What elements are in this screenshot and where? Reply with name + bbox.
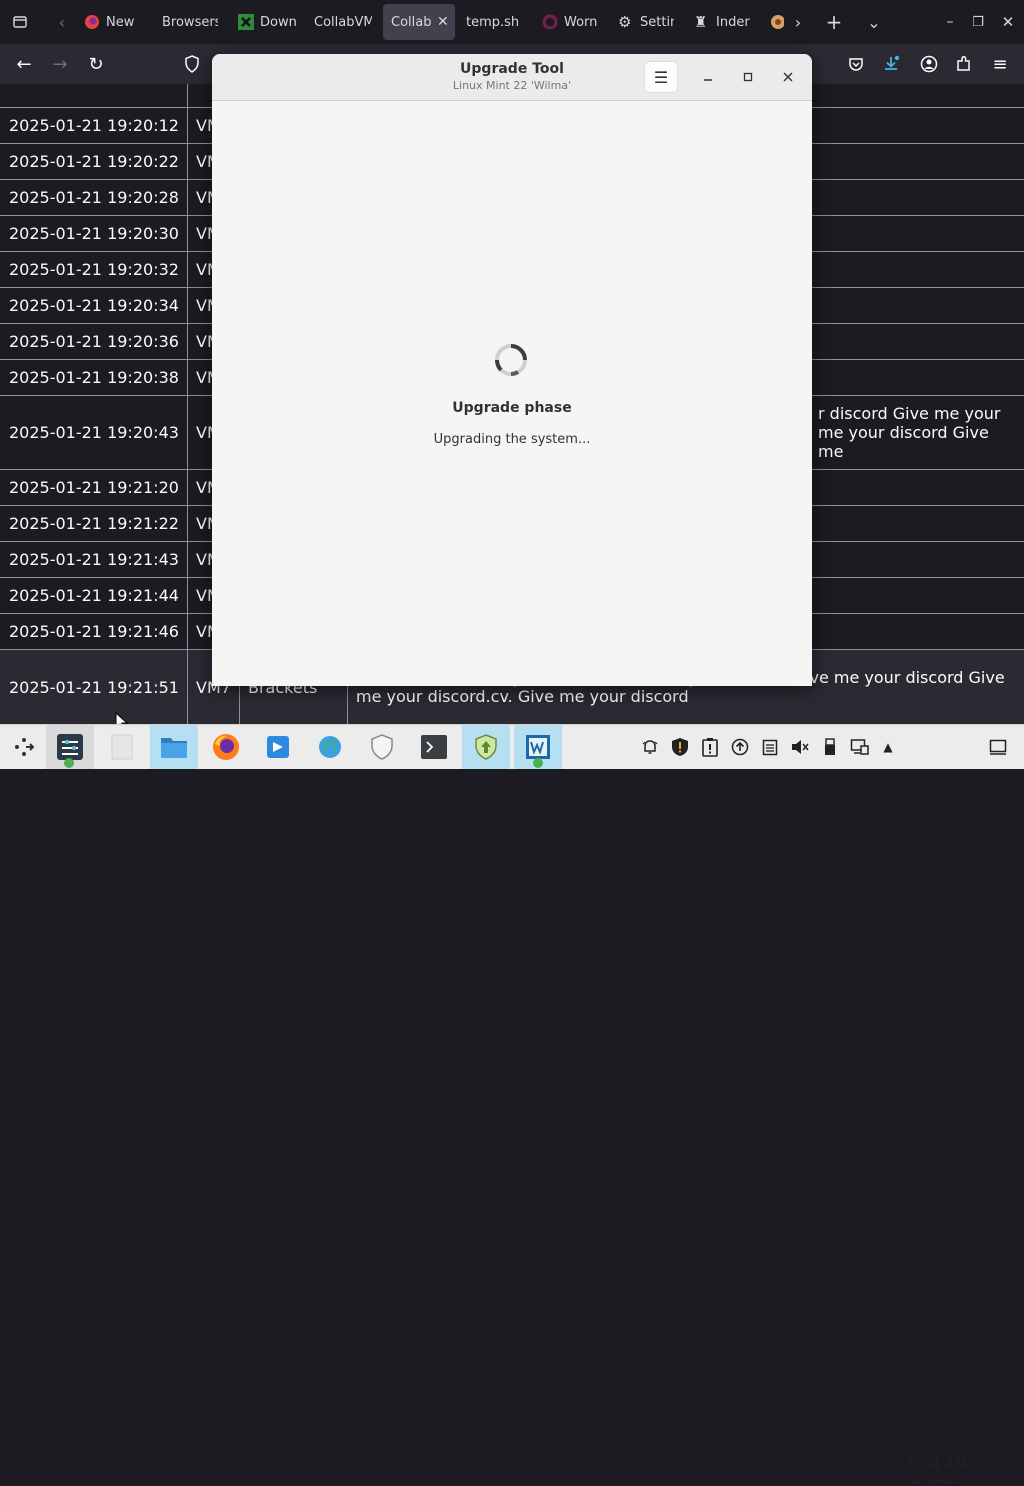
- security-shield-icon[interactable]: [670, 737, 690, 757]
- browser-tab[interactable]: [770, 4, 784, 40]
- browser-tab[interactable]: ⚙ Settin: [618, 4, 674, 40]
- browser-tab[interactable]: temp.sh: [466, 4, 522, 40]
- gear-icon: ⚙: [618, 13, 632, 31]
- timestamp-cell: 2025-01-21 19:21:51: [0, 650, 188, 724]
- timestamp-cell: 2025-01-21 19:20:22: [0, 144, 188, 179]
- browser-tab[interactable]: Down: [238, 4, 298, 40]
- reload-icon[interactable]: ↻: [82, 50, 110, 78]
- running-indicator: [533, 758, 543, 768]
- terminal-icon[interactable]: [410, 725, 458, 769]
- show-hidden-icons-icon[interactable]: ▲: [878, 737, 898, 757]
- tracking-protection-icon[interactable]: [178, 50, 206, 78]
- timestamp-cell: 2025-01-21 19:21:20: [0, 470, 188, 505]
- browser-tab[interactable]: New: [84, 4, 146, 40]
- new-tab-icon[interactable]: +: [820, 8, 848, 36]
- close-browser-icon[interactable]: ✕: [994, 8, 1022, 36]
- timestamp-cell: 2025-01-21 19:20:38: [0, 360, 188, 395]
- browser-tab[interactable]: ♜ Inder: [694, 4, 750, 40]
- network-icon[interactable]: [850, 737, 870, 757]
- window-header[interactable]: Upgrade Tool Linux Mint 22 'Wilma' ☰: [212, 54, 812, 101]
- tab-label: temp.sh: [466, 14, 520, 30]
- browser-tab-bar: ‹ New Browsers Down CollabVM Collab ✕ te…: [0, 0, 1024, 44]
- clipboard-icon[interactable]: [760, 737, 780, 757]
- downloads-icon[interactable]: [877, 50, 905, 78]
- timestamp-cell: 2025-01-21 19:20:28: [0, 180, 188, 215]
- browser-tab-active[interactable]: Collab ✕: [383, 4, 455, 40]
- blank-file-icon[interactable]: [98, 725, 146, 769]
- timestamp-cell: 2025-01-21 19:21:44: [0, 578, 188, 613]
- clock-time[interactable]: 6:04 AM: [900, 1455, 974, 1473]
- timestamp-cell: 2025-01-21 19:20:36: [0, 324, 188, 359]
- control-panel-icon[interactable]: [46, 725, 94, 769]
- vm-icon[interactable]: [514, 725, 562, 769]
- tab-label: Down: [260, 14, 297, 30]
- shield-icon[interactable]: [358, 725, 406, 769]
- window-title: Upgrade Tool: [460, 61, 564, 77]
- upload-icon[interactable]: [730, 737, 750, 757]
- close-icon[interactable]: [776, 65, 800, 89]
- phase-title: Upgrade phase: [452, 400, 572, 416]
- browser-tab[interactable]: Worn: [542, 4, 598, 40]
- volume-muted-icon[interactable]: [790, 737, 810, 757]
- minimize-browser-icon[interactable]: –: [936, 8, 964, 36]
- tab-label: New: [106, 14, 135, 30]
- back-icon[interactable]: ←: [10, 50, 38, 78]
- download-site-icon: [238, 14, 254, 30]
- worm-icon: [542, 14, 558, 30]
- restore-browser-icon[interactable]: ❐: [964, 8, 992, 36]
- usb-device-icon[interactable]: [820, 737, 840, 757]
- tab-overview-icon[interactable]: [6, 8, 34, 36]
- tab-label: Inder: [716, 14, 750, 30]
- firefox-icon[interactable]: [202, 725, 250, 769]
- window-subtitle: Linux Mint 22 'Wilma': [452, 79, 572, 92]
- timestamp-cell: [0, 84, 188, 107]
- timestamp-cell: 2025-01-21 19:20:32: [0, 252, 188, 287]
- tab-label: Browsers: [162, 14, 218, 30]
- account-icon[interactable]: [915, 50, 943, 78]
- update-manager-icon[interactable]: [462, 725, 510, 769]
- tab-label: Worn: [564, 14, 598, 30]
- start-menu-icon[interactable]: [0, 725, 48, 769]
- tab-label: Collab: [391, 14, 432, 30]
- scroll-tabs-right-icon[interactable]: ›: [784, 8, 812, 36]
- list-all-tabs-icon[interactable]: ⌄: [860, 8, 888, 36]
- close-tab-icon[interactable]: ✕: [437, 14, 449, 30]
- browser-tab[interactable]: Browsers: [162, 4, 218, 40]
- clock-date[interactable]: 2/14/25: [900, 1472, 974, 1486]
- browser-tab[interactable]: CollabVM: [314, 4, 372, 40]
- timestamp-cell: 2025-01-21 19:20:43: [0, 396, 188, 469]
- pocket-icon[interactable]: [842, 50, 870, 78]
- site-icon: [770, 14, 784, 30]
- extensions-icon[interactable]: [950, 50, 978, 78]
- tab-label: Settin: [640, 14, 674, 30]
- timestamp-cell: 2025-01-21 19:20:30: [0, 216, 188, 251]
- minimize-icon[interactable]: [696, 65, 720, 89]
- update-alert-icon[interactable]: [700, 737, 720, 757]
- hamburger-menu-button[interactable]: ☰: [644, 61, 678, 93]
- chess-icon: ♜: [694, 13, 708, 31]
- firefox-icon: [84, 14, 100, 30]
- running-indicator: [64, 758, 74, 768]
- forward-icon[interactable]: →: [46, 50, 74, 78]
- scroll-tabs-left-icon[interactable]: ‹: [48, 8, 76, 36]
- notifications-icon[interactable]: [640, 737, 660, 757]
- timestamp-cell: 2025-01-21 19:21:43: [0, 542, 188, 577]
- app-icon[interactable]: [254, 725, 302, 769]
- timestamp-cell: 2025-01-21 19:21:22: [0, 506, 188, 541]
- phase-status-text: Upgrading the system...: [433, 432, 591, 447]
- globe-icon[interactable]: [306, 725, 354, 769]
- loading-spinner-icon: [495, 344, 527, 376]
- file-manager-icon[interactable]: [150, 725, 198, 769]
- timestamp-cell: 2025-01-21 19:20:12: [0, 108, 188, 143]
- maximize-icon[interactable]: [736, 65, 760, 89]
- taskbar: ▲ 6:04 AM 2/14/25: [0, 724, 1024, 1486]
- timestamp-cell: 2025-01-21 19:20:34: [0, 288, 188, 323]
- upgrade-tool-window: Upgrade Tool Linux Mint 22 'Wilma' ☰ Upg…: [212, 54, 812, 686]
- app-menu-icon[interactable]: ≡: [986, 50, 1014, 78]
- show-desktop-icon[interactable]: [988, 737, 1008, 757]
- timestamp-cell: 2025-01-21 19:21:46: [0, 614, 188, 649]
- tab-label: CollabVM: [314, 14, 372, 30]
